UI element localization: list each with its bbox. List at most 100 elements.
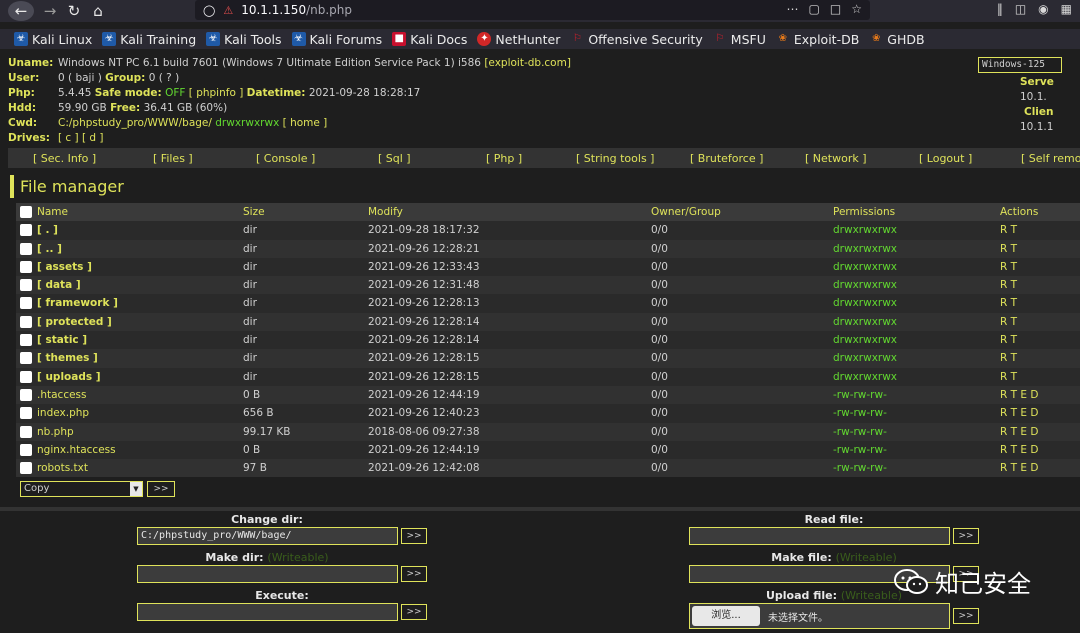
row-checkbox[interactable]: [20, 370, 32, 383]
more-icon[interactable]: ⋯: [787, 2, 799, 16]
bookmark-item[interactable]: ■ Kali Docs: [392, 32, 467, 47]
file-actions[interactable]: R T: [1000, 221, 1017, 239]
menu-item[interactable]: [ Bruteforce ]: [690, 152, 763, 165]
file-permissions[interactable]: -rw-rw-rw-: [833, 386, 887, 404]
file-permissions[interactable]: drwxrwxrwx: [833, 349, 897, 367]
change-dir-go-button[interactable]: >>: [401, 528, 427, 544]
upload-go-button[interactable]: >>: [953, 608, 979, 624]
file-actions[interactable]: R T: [1000, 294, 1017, 312]
file-actions[interactable]: R T E D: [1000, 386, 1038, 404]
file-actions[interactable]: R T E D: [1000, 459, 1038, 477]
upload-file-input[interactable]: 浏览... 未选择文件。: [689, 603, 951, 629]
bookmark-item[interactable]: ☣ Kali Linux: [14, 32, 92, 47]
file-permissions[interactable]: -rw-rw-rw-: [833, 423, 887, 441]
col-size[interactable]: Size: [243, 203, 265, 221]
back-button[interactable]: ←: [8, 1, 34, 21]
row-checkbox[interactable]: [20, 425, 32, 438]
file-permissions[interactable]: drwxrwxrwx: [833, 313, 897, 331]
file-permissions[interactable]: drwxrwxrwx: [833, 368, 897, 386]
charset-select[interactable]: Windows-125: [978, 57, 1062, 73]
file-name[interactable]: [ .. ]: [37, 240, 62, 258]
bookmark-item[interactable]: ❀ GHDB: [869, 32, 925, 47]
row-checkbox[interactable]: [20, 242, 32, 255]
col-modify[interactable]: Modify: [368, 203, 403, 221]
pocket-icon[interactable]: ▢: [809, 2, 820, 16]
row-checkbox[interactable]: [20, 443, 32, 456]
file-actions[interactable]: R T: [1000, 313, 1017, 331]
row-checkbox[interactable]: [20, 462, 32, 475]
read-file-input[interactable]: [689, 527, 951, 545]
col-owner[interactable]: Owner/Group: [651, 203, 721, 221]
home-link[interactable]: [ home ]: [283, 116, 328, 131]
bookmark-item[interactable]: ☣ Kali Tools: [206, 32, 282, 47]
account-icon[interactable]: ◉: [1038, 2, 1048, 16]
row-checkbox[interactable]: [20, 352, 32, 365]
menu-item[interactable]: [ Network ]: [805, 152, 867, 165]
file-actions[interactable]: R T: [1000, 276, 1017, 294]
file-name[interactable]: [ protected ]: [37, 313, 112, 331]
file-permissions[interactable]: drwxrwxrwx: [833, 221, 897, 239]
exploit-db-link[interactable]: [exploit-db.com]: [484, 56, 571, 71]
file-permissions[interactable]: -rw-rw-rw-: [833, 441, 887, 459]
menu-item[interactable]: [ Sql ]: [378, 152, 411, 165]
file-permissions[interactable]: drwxrwxrwx: [833, 276, 897, 294]
menu-item[interactable]: [ Files ]: [153, 152, 193, 165]
file-actions[interactable]: R T: [1000, 331, 1017, 349]
bulk-action-go-button[interactable]: >>: [147, 481, 175, 497]
file-name[interactable]: [ themes ]: [37, 349, 98, 367]
file-name[interactable]: nginx.htaccess: [37, 441, 116, 459]
file-actions[interactable]: R T: [1000, 258, 1017, 276]
row-checkbox[interactable]: [20, 407, 32, 420]
row-checkbox[interactable]: [20, 279, 32, 292]
read-file-go-button[interactable]: >>: [953, 528, 979, 544]
bookmark-item[interactable]: ☣ Kali Training: [102, 32, 196, 47]
file-name[interactable]: [ data ]: [37, 276, 81, 294]
change-dir-input[interactable]: C:/phpstudy_pro/WWW/bage/: [137, 527, 399, 545]
row-checkbox[interactable]: [20, 334, 32, 347]
translate-icon[interactable]: □: [830, 2, 841, 16]
extension-icon[interactable]: ▦: [1061, 2, 1072, 16]
row-checkbox[interactable]: [20, 297, 32, 310]
file-permissions[interactable]: drwxrwxrwx: [833, 294, 897, 312]
forward-button[interactable]: →: [38, 1, 62, 21]
url-bar[interactable]: ◯ ⚠ 10.1.1.150/nb.php ⋯ ▢ □ ☆: [195, 0, 870, 20]
browse-button[interactable]: 浏览...: [692, 606, 760, 626]
file-actions[interactable]: R T: [1000, 349, 1017, 367]
phpinfo-link[interactable]: [ phpinfo ]: [189, 86, 244, 101]
file-actions[interactable]: R T E D: [1000, 441, 1038, 459]
row-checkbox[interactable]: [20, 315, 32, 328]
file-name[interactable]: .htaccess: [37, 386, 87, 404]
file-name[interactable]: [ uploads ]: [37, 368, 101, 386]
drives-links[interactable]: [ c ] [ d ]: [58, 131, 104, 146]
file-name[interactable]: [ assets ]: [37, 258, 92, 276]
bookmark-item[interactable]: ✦ NetHunter: [477, 32, 560, 47]
menu-item[interactable]: [ Console ]: [256, 152, 315, 165]
bookmark-star-icon[interactable]: ☆: [851, 2, 862, 16]
execute-go-button[interactable]: >>: [401, 604, 427, 620]
file-name[interactable]: robots.txt: [37, 459, 88, 477]
file-actions[interactable]: R T: [1000, 368, 1017, 386]
file-name[interactable]: [ . ]: [37, 221, 58, 239]
file-permissions[interactable]: drwxrwxrwx: [833, 240, 897, 258]
menu-item[interactable]: [ Logout ]: [919, 152, 972, 165]
make-dir-input[interactable]: [137, 565, 399, 583]
file-permissions[interactable]: drwxrwxrwx: [833, 258, 897, 276]
file-permissions[interactable]: -rw-rw-rw-: [833, 404, 887, 422]
menu-item[interactable]: [ Self remov: [1021, 152, 1080, 165]
sidebar-icon[interactable]: ◫: [1015, 2, 1026, 16]
file-actions[interactable]: R T E D: [1000, 404, 1038, 422]
file-permissions[interactable]: drwxrwxrwx: [833, 331, 897, 349]
library-icon[interactable]: ‖: [997, 2, 1003, 16]
select-all-checkbox[interactable]: [20, 206, 32, 218]
menu-item[interactable]: [ Sec. Info ]: [33, 152, 96, 165]
row-checkbox[interactable]: [20, 260, 32, 273]
reload-button[interactable]: ↻: [62, 1, 86, 21]
file-actions[interactable]: R T: [1000, 240, 1017, 258]
row-checkbox[interactable]: [20, 224, 32, 237]
file-name[interactable]: nb.php: [37, 423, 74, 441]
file-actions[interactable]: R T E D: [1000, 423, 1038, 441]
menu-item[interactable]: [ String tools ]: [576, 152, 654, 165]
col-permissions[interactable]: Permissions: [833, 203, 895, 221]
make-dir-go-button[interactable]: >>: [401, 566, 427, 582]
file-permissions[interactable]: -rw-rw-rw-: [833, 459, 887, 477]
